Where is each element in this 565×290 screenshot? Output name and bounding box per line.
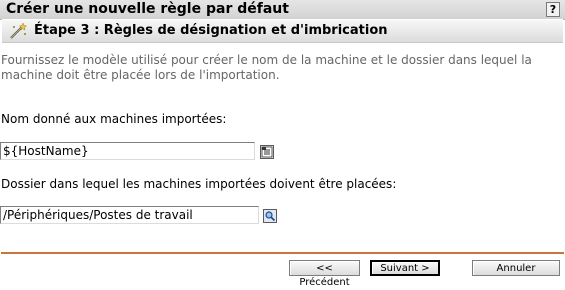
folder-field-label: Dossier dans lequel les machines importé… [1, 177, 397, 191]
help-button[interactable]: ? [546, 2, 560, 17]
step-title: Étape 3 : Règles de désignation et d'imb… [34, 23, 388, 38]
next-button[interactable]: Suivant > [370, 260, 440, 276]
footer-separator [1, 252, 564, 254]
variable-list-button[interactable] [260, 145, 274, 159]
machine-name-input[interactable] [0, 142, 255, 160]
magnifier-icon [264, 210, 276, 222]
wizard-wand-icon [10, 22, 28, 39]
browse-folder-button[interactable] [263, 209, 277, 223]
folder-input[interactable] [0, 206, 259, 224]
window-title: Créer une nouvelle règle par défaut [6, 1, 289, 17]
window-titlebar: Créer une nouvelle règle par défaut ? [0, 0, 565, 20]
cancel-button[interactable]: Annuler [472, 260, 560, 276]
intro-text: Fournissez le modèle utilisé pour créer … [1, 53, 532, 82]
insert-variable-icon [261, 146, 273, 158]
step-header: Étape 3 : Règles de désignation et d'imb… [2, 19, 563, 43]
back-button[interactable]: << Précédent [289, 260, 360, 288]
name-field-label: Nom donné aux machines importées: [1, 112, 227, 126]
